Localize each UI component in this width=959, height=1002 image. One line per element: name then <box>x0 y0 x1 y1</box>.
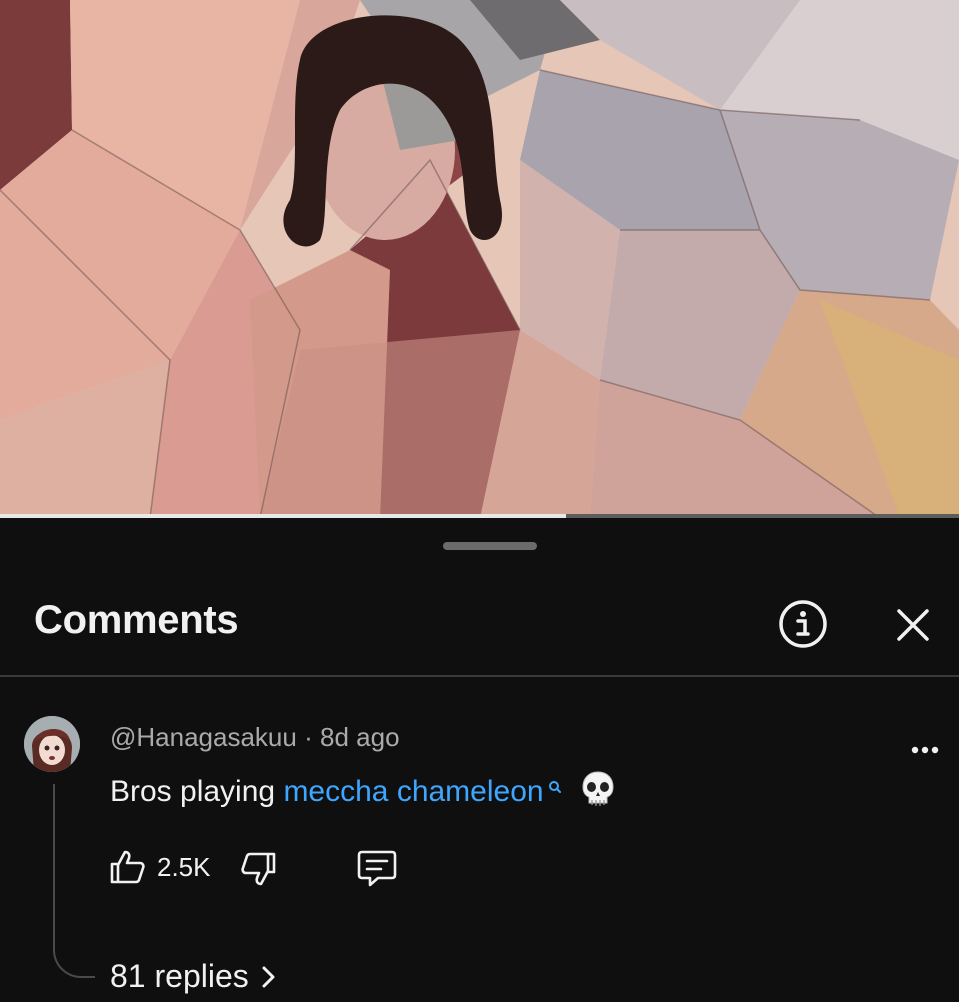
chevron-right-icon <box>261 960 277 997</box>
comment-time: 8d ago <box>320 722 400 752</box>
drag-handle[interactable] <box>443 542 537 550</box>
like-icon[interactable] <box>108 848 146 886</box>
dislike-icon[interactable] <box>240 850 278 888</box>
comment-author[interactable]: @Hanagasakuu <box>110 722 297 752</box>
info-icon[interactable] <box>777 598 829 650</box>
more-options-icon[interactable] <box>910 742 940 754</box>
video-player[interactable] <box>0 0 959 518</box>
like-count: 2.5K <box>157 852 211 882</box>
close-icon[interactable] <box>888 600 938 650</box>
video-frame-image <box>0 0 959 518</box>
comment-meta: @Hanagasakuu · 8d ago <box>110 722 400 753</box>
comments-sheet: Comments @Hanagasakuu · 8d ago Bros play… <box>0 518 959 1002</box>
replies-count: 81 replies <box>110 958 249 994</box>
search-icon <box>548 770 562 804</box>
skull-emoji-icon <box>580 770 616 816</box>
comment-text-prefix: Bros playing <box>110 774 284 808</box>
comment-text: Bros playing meccha chameleon <box>110 770 616 816</box>
header-divider <box>0 675 959 677</box>
view-replies-link[interactable]: 81 replies <box>110 958 277 997</box>
comment-search-link[interactable]: meccha chameleon <box>283 775 543 808</box>
thread-line <box>53 784 95 978</box>
reply-comment-icon[interactable] <box>356 848 398 888</box>
avatar[interactable] <box>24 716 80 772</box>
comments-title: Comments <box>34 598 239 642</box>
meta-separator: · <box>304 722 313 752</box>
